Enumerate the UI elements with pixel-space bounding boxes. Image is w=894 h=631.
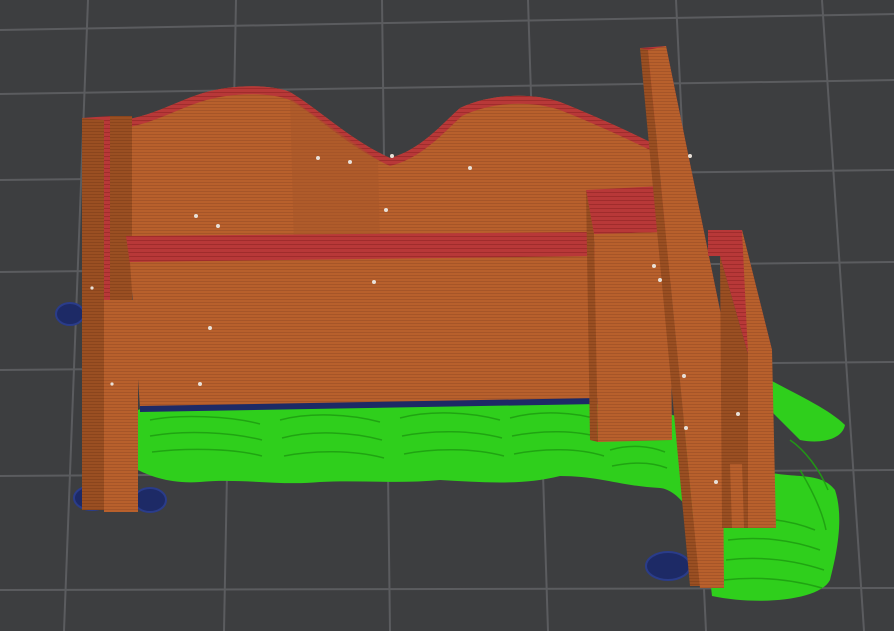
mouse-ear-bottom-left-b: [133, 487, 167, 513]
front-wall: [126, 232, 598, 412]
mouse-ear-bottom-right: [645, 551, 691, 581]
3d-preview-viewport[interactable]: [0, 0, 894, 631]
left-wall: [82, 116, 138, 512]
slicer-scene[interactable]: [0, 0, 894, 631]
mouse-ear-left: [55, 302, 85, 326]
